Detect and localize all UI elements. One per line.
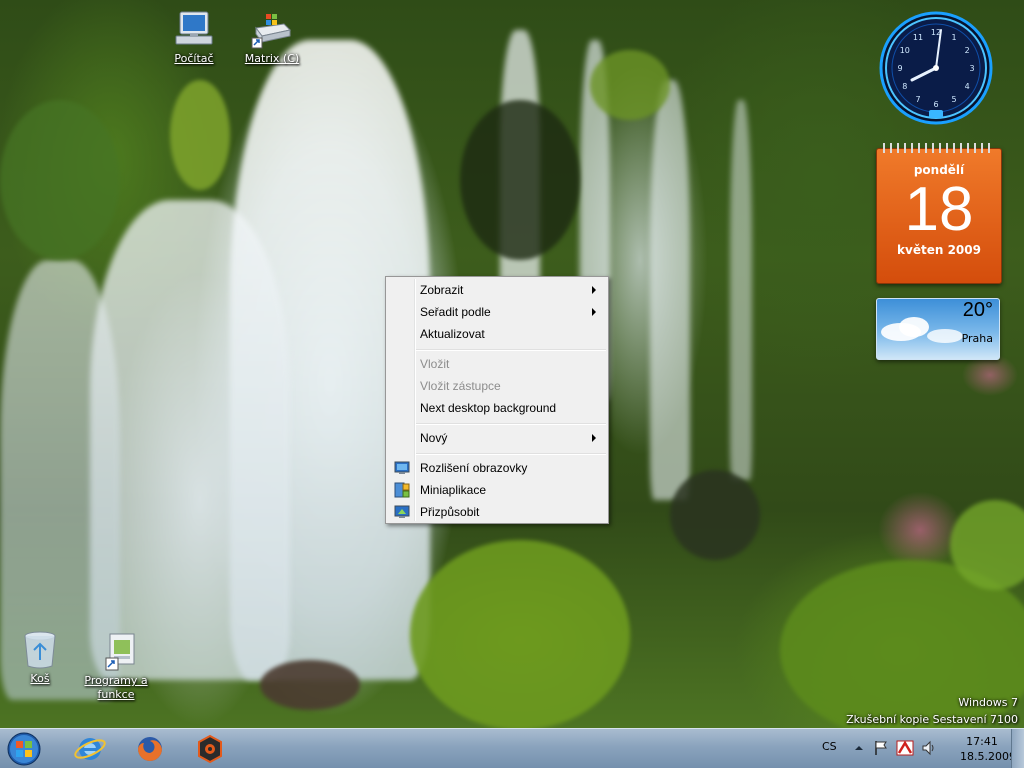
menu-item-refresh[interactable]: Aktualizovat (388, 323, 606, 345)
submenu-arrow-icon (592, 434, 596, 442)
programs-and-features-icon (94, 632, 138, 672)
taskbar-button-firefox[interactable] (124, 731, 176, 767)
submenu-arrow-icon (592, 308, 596, 316)
gadgets-icon (394, 482, 410, 498)
antivirus-icon (896, 740, 914, 756)
recycle-bin-desktop-icon[interactable]: Koš (0, 630, 80, 686)
computer-desktop-icon[interactable]: Počítač (154, 10, 234, 66)
clock-numeral: 6 (933, 100, 938, 109)
flag-icon (875, 741, 887, 755)
desktop-icon-label: Počítač (174, 52, 214, 65)
calendar-rings (883, 143, 995, 153)
antivirus-tray[interactable] (896, 739, 914, 757)
taskbar-button-reason[interactable] (184, 731, 236, 767)
personalize-icon (394, 504, 410, 520)
watermark-line: Windows 7 (958, 696, 1018, 709)
calendar-gadget[interactable]: pondělí 18 květen 2009 (876, 143, 1002, 284)
clock-numeral: 4 (965, 82, 970, 91)
calendar-day: 18 (904, 175, 974, 244)
clock-gadget[interactable]: 12 1 2 3 4 5 6 7 8 9 10 11 (878, 10, 994, 126)
reason-icon (198, 734, 222, 764)
clock-numeral: 9 (897, 64, 902, 73)
show-desktop-button[interactable] (1011, 729, 1024, 768)
menu-separator (416, 453, 606, 455)
hard-drive-shortcut-icon (250, 10, 294, 50)
clock-numeral: 7 (915, 95, 920, 104)
menu-item-label: Miniaplikace (420, 483, 487, 497)
menu-item-next-background[interactable]: Next desktop background (388, 397, 606, 419)
programs-desktop-icon[interactable]: Programy a funkce (76, 632, 156, 702)
menu-item-sort-by[interactable]: Seřadit podle (388, 301, 606, 323)
chevron-up-icon (855, 746, 863, 750)
watermark-line: Zkušební kopie Sestavení 7100 (846, 713, 1018, 726)
taskbar: CS 17:41 18.5.2009 (0, 728, 1024, 768)
weather-gadget[interactable]: 20° Praha (876, 298, 1000, 360)
menu-item-paste: Vložit (388, 353, 606, 375)
menu-item-personalize[interactable]: Přizpůsobit (388, 501, 606, 523)
menu-separator (416, 423, 606, 425)
menu-separator (416, 349, 606, 351)
clock-numeral: 8 (902, 82, 907, 91)
weather-temperature: 20° (962, 299, 993, 321)
menu-item-label: Vložit (420, 357, 450, 371)
menu-item-label: Zobrazit (420, 283, 464, 297)
clock-numeral: 1 (951, 33, 956, 42)
firefox-icon (138, 737, 162, 761)
menu-item-gadgets[interactable]: Miniaplikace (388, 479, 606, 501)
clock-numeral: 3 (969, 64, 974, 73)
menu-item-paste-shortcut: Vložit zástupce (388, 375, 606, 397)
taskbar-time: 17:41 (966, 735, 998, 748)
menu-item-new[interactable]: Nový (388, 427, 606, 449)
taskbar-button-ie[interactable] (64, 731, 116, 767)
clock-numeral: 10 (900, 46, 910, 55)
menu-item-label: Vložit zástupce (420, 379, 501, 393)
calendar-month-year: květen 2009 (897, 243, 981, 257)
volume-tray[interactable] (920, 739, 938, 757)
build-watermark: Windows 7 Zkušební kopie Sestavení 7100 (846, 694, 1018, 728)
display-icon (394, 460, 410, 476)
menu-item-label: Nový (420, 431, 448, 445)
taskbar-date: 18.5.2009 (960, 750, 1016, 763)
internet-explorer-icon (74, 738, 106, 760)
desktop-icon-label: Matrix (C) (244, 52, 300, 65)
submenu-arrow-icon (592, 286, 596, 294)
menu-item-label: Aktualizovat (420, 327, 485, 341)
clock-face-icon: 121234567891011 (879, 11, 993, 125)
recycle-bin-icon (18, 630, 62, 670)
menu-item-label: Přizpůsobit (420, 505, 480, 519)
windows-orb-icon (7, 732, 41, 766)
show-hidden-icons-button[interactable] (850, 739, 868, 757)
start-button[interactable] (4, 730, 44, 768)
menu-item-label: Rozlišení obrazovky (420, 461, 528, 475)
desktop-icon-label: Koš (30, 672, 50, 685)
drive-desktop-icon[interactable]: Matrix (C) (232, 10, 312, 66)
clock-numeral: 11 (913, 33, 923, 42)
menu-item-view[interactable]: Zobrazit (388, 279, 606, 301)
computer-icon (172, 10, 216, 50)
action-center-tray[interactable] (872, 739, 890, 757)
weather-city: Praha (961, 332, 993, 345)
menu-item-label: Seřadit podle (420, 305, 491, 319)
taskbar-clock[interactable]: 17:41 18.5.2009 (960, 734, 1016, 764)
menu-item-screen-resolution[interactable]: Rozlišení obrazovky (388, 457, 606, 479)
menu-item-label: Next desktop background (420, 401, 557, 415)
clock-numeral: 5 (951, 95, 956, 104)
clock-numeral: 2 (965, 46, 970, 55)
desktop-icon-label: Programy a funkce (84, 674, 148, 701)
speaker-icon (922, 740, 934, 756)
desktop-context-menu: Zobrazit Seřadit podle Aktualizovat Vlož… (385, 276, 609, 524)
language-indicator[interactable]: CS (822, 740, 837, 753)
